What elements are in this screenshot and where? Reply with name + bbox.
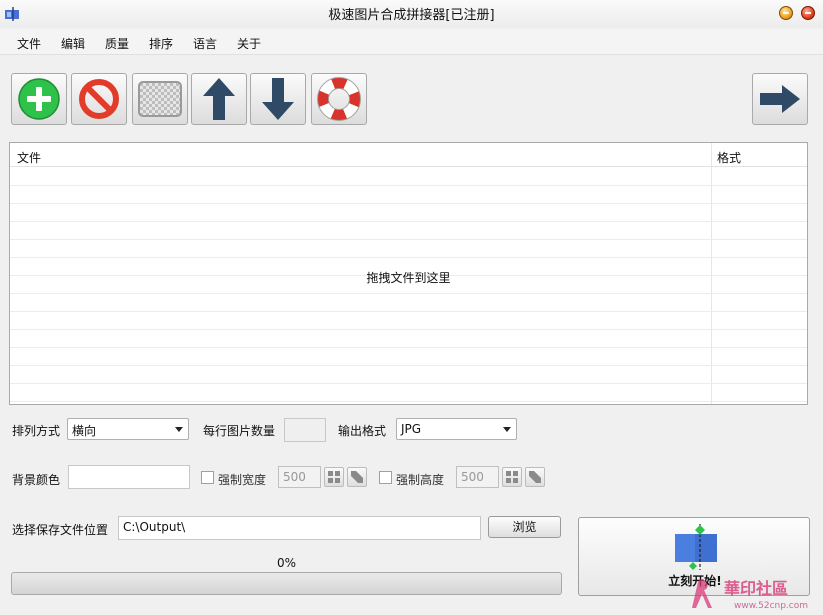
row-separator xyxy=(10,383,807,384)
menu-edit[interactable]: 编辑 xyxy=(61,35,85,52)
clear-list-button[interactable] xyxy=(132,73,188,125)
svg-text:華印社區: 華印社區 xyxy=(724,579,788,598)
remove-file-button[interactable] xyxy=(71,73,127,125)
title-bar: 极速图片合成拼接器[已注册] xyxy=(0,0,823,28)
help-icon xyxy=(317,77,361,121)
help-button[interactable] xyxy=(311,73,367,125)
drop-hint: 拖拽文件到这里 xyxy=(366,271,451,285)
menu-about[interactable]: 关于 xyxy=(237,35,261,52)
ratio-icon xyxy=(529,471,541,483)
row-separator xyxy=(10,221,807,222)
bg-color-label: 背景颜色 xyxy=(12,473,61,487)
row-separator xyxy=(10,257,807,258)
per-row-input[interactable] xyxy=(284,418,326,442)
table-header: 文件 格式 xyxy=(10,143,807,167)
arrange-label: 排列方式 xyxy=(12,424,61,438)
force-height-label: 强制高度 xyxy=(396,473,445,487)
move-up-button[interactable] xyxy=(191,73,247,125)
remove-icon xyxy=(79,79,119,119)
menu-sort[interactable]: 排序 xyxy=(149,35,173,52)
arrange-select[interactable]: 横向 xyxy=(67,418,189,440)
next-button[interactable] xyxy=(752,73,808,125)
move-up-icon xyxy=(203,78,235,120)
output-format-select[interactable]: JPG xyxy=(396,418,517,440)
menu-quality[interactable]: 质量 xyxy=(105,35,129,52)
width-grid-button[interactable] xyxy=(324,467,344,487)
add-files-button[interactable] xyxy=(11,73,67,125)
save-path-input[interactable]: C:\Output\ xyxy=(118,516,481,540)
row-separator xyxy=(10,203,807,204)
force-width-label: 强制宽度 xyxy=(218,473,267,487)
row-separator xyxy=(10,347,807,348)
menu-bar: 文件 编辑 质量 排序 语言 关于 xyxy=(0,29,823,55)
menu-language[interactable]: 语言 xyxy=(193,35,217,52)
menu-file[interactable]: 文件 xyxy=(17,35,41,52)
row-separator xyxy=(10,239,807,240)
force-width-checkbox[interactable] xyxy=(201,471,214,484)
ratio-icon xyxy=(351,471,363,483)
close-button[interactable] xyxy=(801,6,815,20)
progress-text: 0% xyxy=(276,556,297,570)
next-icon xyxy=(760,85,800,113)
minimize-button[interactable] xyxy=(779,6,793,20)
force-height-input[interactable]: 500 xyxy=(456,466,499,488)
output-format-label: 输出格式 xyxy=(338,424,387,438)
row-separator xyxy=(10,185,807,186)
width-ratio-button[interactable] xyxy=(347,467,367,487)
height-grid-button[interactable] xyxy=(502,467,522,487)
row-separator xyxy=(10,365,807,366)
bg-color-input[interactable] xyxy=(68,465,190,489)
watermark-logo: 華印社區 www.52cnp.com xyxy=(690,574,823,612)
height-ratio-button[interactable] xyxy=(525,467,545,487)
progress-bar xyxy=(11,572,562,595)
chevron-down-icon xyxy=(175,427,183,432)
move-down-icon xyxy=(262,78,294,120)
output-format-value: JPG xyxy=(401,422,422,436)
add-icon xyxy=(18,78,60,120)
save-location-label: 选择保存文件位置 xyxy=(12,523,109,537)
grid-icon xyxy=(506,471,518,483)
row-separator xyxy=(10,311,807,312)
column-header-format[interactable]: 格式 xyxy=(717,149,741,166)
window-title: 极速图片合成拼接器[已注册] xyxy=(328,8,495,23)
grid-icon xyxy=(328,471,340,483)
chevron-down-icon xyxy=(503,427,511,432)
move-down-button[interactable] xyxy=(250,73,306,125)
per-row-label: 每行图片数量 xyxy=(203,424,276,438)
arrange-value: 横向 xyxy=(72,424,97,438)
file-list[interactable]: 文件 格式 拖拽文件到这里 xyxy=(9,142,808,405)
svg-text:www.52cnp.com: www.52cnp.com xyxy=(734,601,808,611)
row-separator xyxy=(10,329,807,330)
row-separator xyxy=(10,401,807,402)
browse-button[interactable]: 浏览 xyxy=(488,516,561,538)
merge-icon xyxy=(675,524,717,570)
column-header-file[interactable]: 文件 xyxy=(17,149,41,166)
force-height-checkbox[interactable] xyxy=(379,471,392,484)
row-separator xyxy=(10,293,807,294)
force-width-input[interactable]: 500 xyxy=(278,466,321,488)
clear-icon xyxy=(138,81,182,117)
